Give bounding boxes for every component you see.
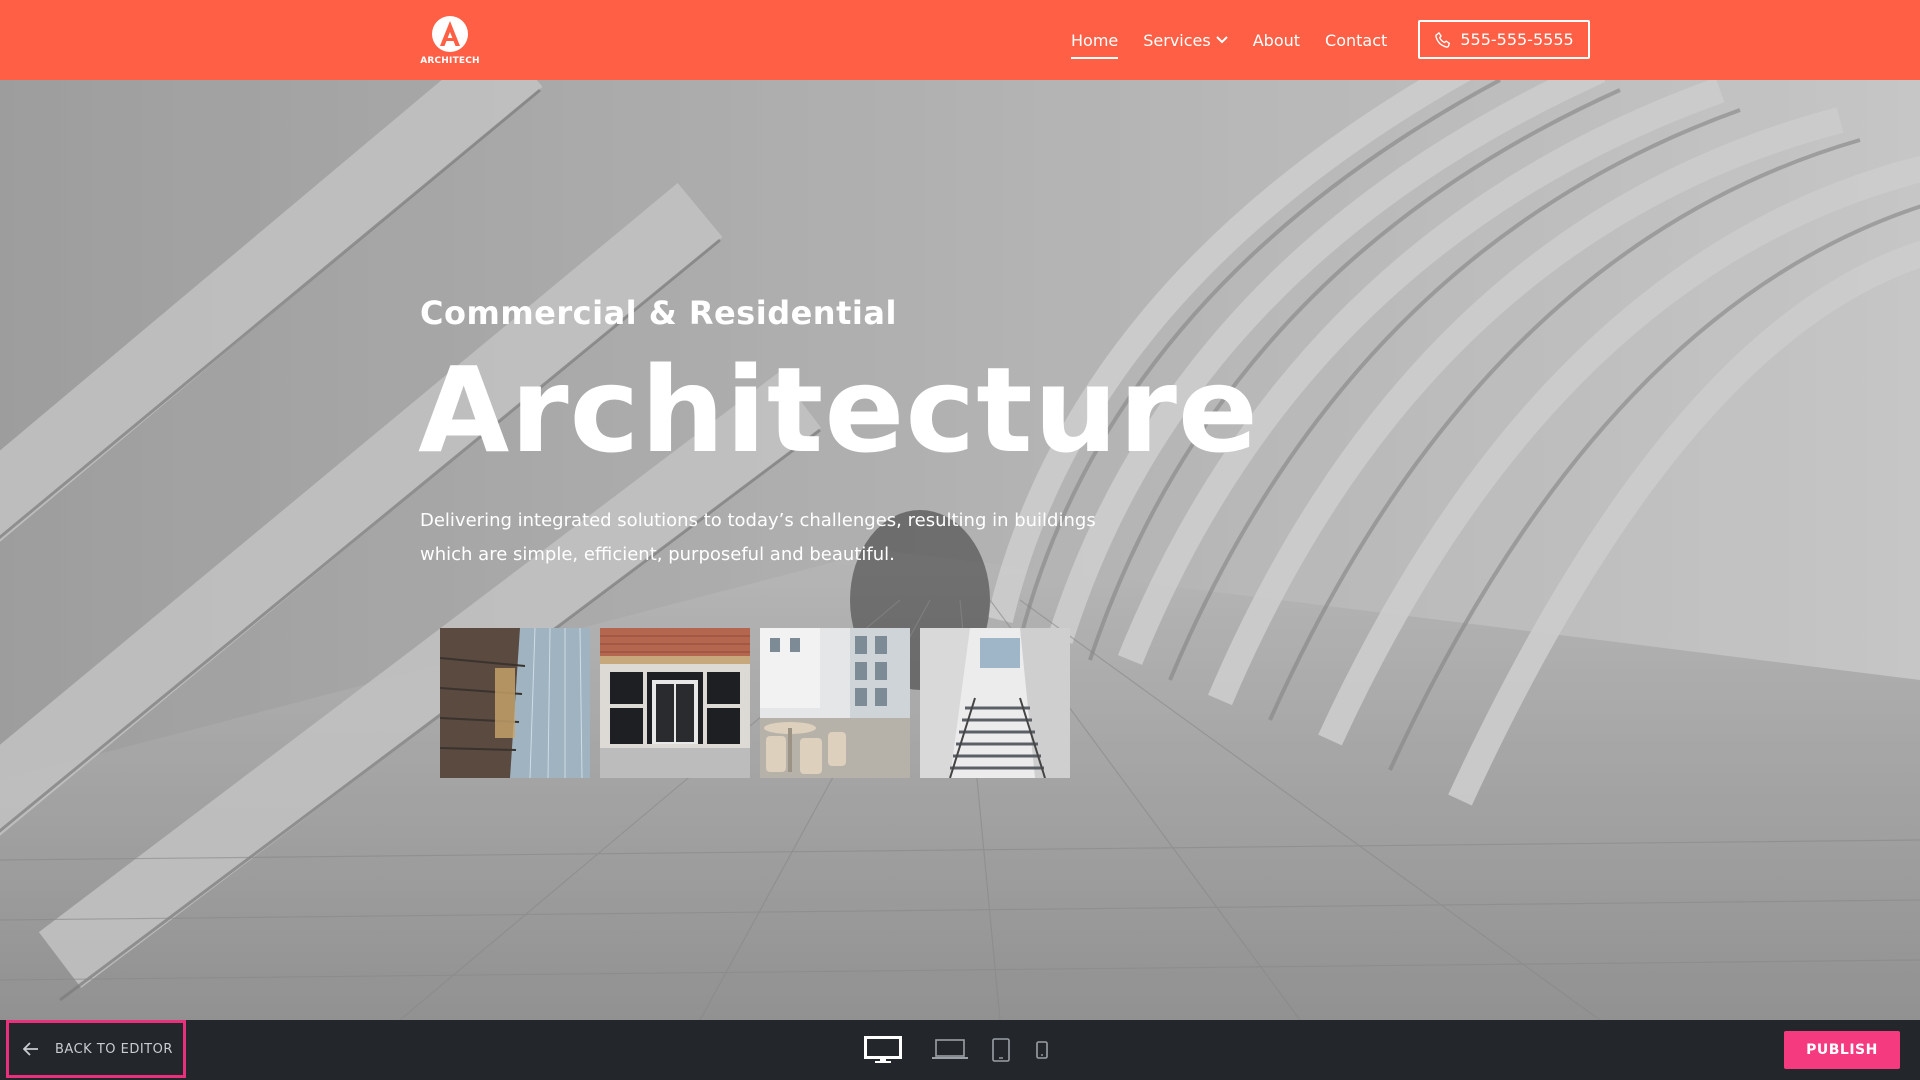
laptop-preview-button[interactable] [932,1039,968,1061]
nav-contact-label: Contact [1325,30,1388,50]
gallery-thumbnail-1[interactable] [440,628,590,778]
phone-number: 555-555-5555 [1460,30,1574,49]
site-header: ARCHITECH Home Services About Contact 55… [0,0,1920,80]
publish-button[interactable]: PUBLISH [1784,1031,1900,1069]
laptop-icon [932,1039,968,1059]
phone-button[interactable]: 555-555-5555 [1418,20,1590,59]
storefront-photo-icon [600,628,750,778]
nav-services[interactable]: Services [1143,30,1228,50]
chevron-down-icon [1216,36,1228,44]
mobile-preview-button[interactable] [1036,1041,1048,1059]
nav-home-label: Home [1071,30,1119,50]
back-to-editor-label: BACK TO EDITOR [55,1041,173,1057]
nav-about-label: About [1252,30,1301,50]
nav-home[interactable]: Home [1071,30,1119,59]
gallery-thumbnail-4[interactable] [920,628,1070,778]
gallery-thumbnail-2[interactable] [600,628,750,778]
mobile-icon [1036,1041,1048,1059]
courtyard-cafe-photo-icon [760,628,910,778]
tablet-icon [992,1038,1010,1062]
desktop-icon [864,1036,902,1063]
glass-tower-photo-icon [440,628,590,778]
nav-services-label: Services [1143,30,1211,50]
hero-eyebrow: Commercial & Residential [420,294,897,332]
hero-title: Architecture [418,341,1259,479]
phone-icon [1435,31,1451,48]
arrow-left-icon [23,1042,38,1056]
nav-contact[interactable]: Contact [1325,31,1387,50]
gallery-thumbnail-3[interactable] [760,628,910,778]
thumbnail-gallery [440,628,1070,778]
architech-logo[interactable]: ARCHITECH [418,14,482,68]
stair-atrium-photo-icon [920,628,1070,778]
logo-mark-icon [432,16,468,52]
back-to-editor-button[interactable]: BACK TO EDITOR [6,1020,186,1078]
hero-section: Commercial & Residential Architecture De… [0,80,1920,1020]
logo-text: ARCHITECH [420,56,480,66]
main-nav: Home Services About Contact [1071,0,1412,80]
device-preview-switcher [864,1020,1048,1080]
desktop-preview-button[interactable] [864,1036,902,1064]
hero-description: Delivering integrated solutions to today… [420,510,1096,565]
editor-bar: BACK TO EDITOR PUBLISH [0,1020,1920,1080]
tablet-preview-button[interactable] [992,1038,1010,1062]
nav-about[interactable]: About [1253,31,1300,50]
